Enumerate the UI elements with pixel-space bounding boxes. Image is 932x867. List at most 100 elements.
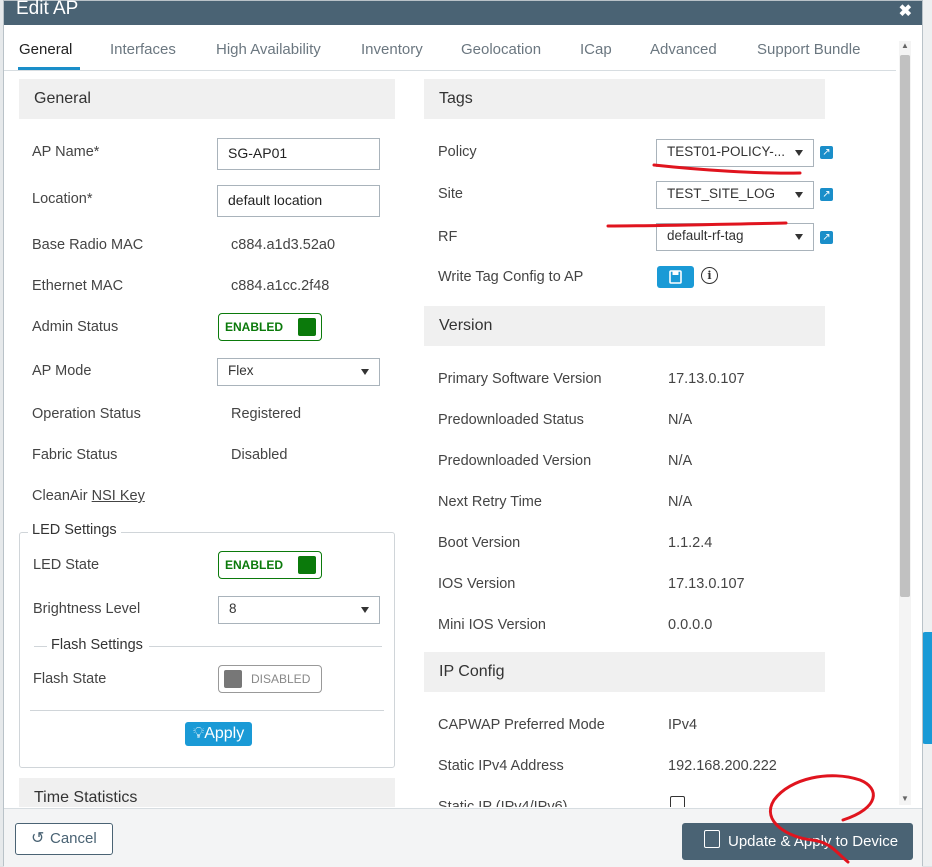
ethernet-mac-value: c884.a1cc.2f48 — [231, 278, 330, 294]
tab-support-bundle[interactable]: Support Bundle — [757, 41, 860, 58]
general-section-title: General — [34, 90, 91, 107]
version-row-value: N/A — [668, 494, 693, 510]
chevron-down-icon — [361, 607, 369, 613]
tab-high-availability[interactable]: High Availability — [216, 41, 321, 58]
brightness-selected: 8 — [229, 601, 237, 616]
version-row-label: Mini IOS Version — [438, 617, 546, 633]
led-state-toggle[interactable]: ENABLED — [218, 551, 322, 579]
operation-status-value: Registered — [231, 406, 302, 422]
version-row-value: N/A — [668, 412, 693, 428]
write-tag-label: Write Tag Config to AP — [438, 269, 584, 285]
close-icon[interactable]: ✖ — [899, 1, 912, 21]
capwap-mode-value: IPv4 — [668, 717, 698, 733]
chevron-down-icon — [795, 192, 803, 198]
static-ip-label: Static IP (IPv4/IPv6) — [438, 799, 568, 807]
tab-inventory[interactable]: Inventory — [361, 41, 423, 58]
time-statistics-header: Time Statistics — [19, 778, 395, 807]
site-tag-select[interactable]: TEST_SITE_LOG — [656, 181, 814, 209]
ap-name-label: AP Name* — [32, 144, 100, 160]
ip-config-section-header: IP Config — [424, 652, 825, 692]
cleanair-label: CleanAir NSI Key — [32, 488, 145, 504]
tab-icap[interactable]: ICap — [580, 41, 612, 58]
version-row-label: Primary Software Version — [438, 371, 602, 387]
toggle-knob — [298, 318, 316, 336]
toggle-knob — [298, 556, 316, 574]
flash-divider-right — [149, 646, 382, 647]
tags-section-header: Tags — [424, 79, 825, 119]
policy-tag-selected: TEST01-POLICY-... — [667, 144, 786, 159]
scroll-down-icon[interactable]: ▼ — [901, 794, 909, 803]
ethernet-mac-label: Ethernet MAC — [32, 278, 124, 294]
fabric-status-value: Disabled — [231, 447, 288, 463]
tab-geolocation[interactable]: Geolocation — [461, 41, 541, 58]
led-divider — [30, 710, 384, 711]
led-apply-button[interactable]: 💡︎Apply — [185, 722, 253, 746]
write-tag-save-button[interactable] — [657, 266, 694, 288]
tab-interfaces[interactable]: Interfaces — [110, 41, 176, 58]
tab-advanced[interactable]: Advanced — [650, 41, 717, 58]
site-label: Site — [438, 186, 463, 202]
tags-section-title: Tags — [439, 90, 473, 107]
undo-icon: ↺ — [31, 830, 45, 847]
chevron-down-icon — [795, 150, 803, 156]
ap-mode-selected: Flex — [228, 363, 254, 378]
ap-mode-label: AP Mode — [32, 363, 92, 379]
tab-bar: General Interfaces High Availability Inv… — [4, 27, 896, 71]
policy-tag-select[interactable]: TEST01-POLICY-... — [656, 139, 814, 167]
flash-state-label: Flash State — [33, 671, 107, 687]
version-row-label: Next Retry Time — [438, 494, 542, 510]
external-link-icon[interactable]: ↗ — [820, 188, 833, 201]
base-radio-mac-label: Base Radio MAC — [32, 237, 144, 253]
chevron-down-icon — [795, 234, 803, 240]
tab-general[interactable]: General — [19, 41, 72, 58]
flash-state-toggle[interactable]: DISABLED — [218, 665, 322, 693]
dialog-titlebar: Edit AP ✖ — [4, 0, 922, 25]
scroll-up-icon[interactable]: ▲ — [901, 41, 909, 50]
info-icon[interactable]: i — [701, 267, 718, 284]
ap-mode-select[interactable]: Flex — [217, 358, 380, 386]
version-row-value: 1.1.2.4 — [668, 535, 713, 551]
rf-tag-selected: default-rf-tag — [667, 228, 744, 243]
dialog-footer: ↺ Cancel Update & Apply to Device — [4, 808, 922, 867]
dialog-content: General AP Name* SG-AP01 Location* defau… — [4, 72, 896, 807]
admin-status-toggle-label: ENABLED — [225, 320, 284, 334]
cancel-label: Cancel — [50, 830, 97, 847]
version-row-label: Boot Version — [438, 535, 521, 551]
nsi-key-link[interactable]: NSI Key — [92, 488, 145, 504]
version-row-value: 17.13.0.107 — [668, 576, 745, 592]
scrollbar-thumb[interactable] — [900, 55, 910, 597]
chevron-down-icon — [361, 369, 369, 375]
save-icon — [704, 830, 720, 848]
version-row-label: Predownloaded Status — [438, 412, 584, 428]
external-link-icon[interactable]: ↗ — [820, 146, 833, 159]
flash-state-toggle-label: DISABLED — [251, 672, 311, 686]
brightness-label: Brightness Level — [33, 601, 141, 617]
version-row-value: N/A — [668, 453, 693, 469]
rf-tag-select[interactable]: default-rf-tag — [656, 223, 814, 251]
external-link-icon[interactable]: ↗ — [820, 231, 833, 244]
ap-name-field[interactable]: SG-AP01 — [217, 138, 380, 170]
led-state-label: LED State — [33, 557, 100, 573]
version-row-value: 0.0.0.0 — [668, 617, 713, 633]
policy-label: Policy — [438, 144, 477, 160]
led-apply-label: Apply — [204, 725, 245, 742]
cancel-button[interactable]: ↺ Cancel — [15, 823, 113, 855]
admin-status-label: Admin Status — [32, 319, 119, 335]
location-label: Location* — [32, 191, 93, 207]
admin-status-toggle[interactable]: ENABLED — [218, 313, 322, 341]
ip-config-section-title: IP Config — [439, 663, 505, 680]
operation-status-label: Operation Status — [32, 406, 141, 422]
update-apply-button[interactable]: Update & Apply to Device — [682, 823, 913, 860]
rf-label: RF — [438, 229, 458, 245]
version-row-value: 17.13.0.107 — [668, 371, 745, 387]
vertical-scrollbar[interactable]: ▲ ▼ — [899, 41, 911, 805]
side-accent-tab[interactable] — [922, 632, 932, 744]
location-field[interactable]: default location — [217, 185, 380, 217]
capwap-mode-label: CAPWAP Preferred Mode — [438, 717, 605, 733]
led-state-toggle-label: ENABLED — [225, 558, 284, 572]
lightbulb-icon: 💡︎ — [193, 725, 205, 742]
brightness-select[interactable]: 8 — [218, 596, 380, 624]
time-statistics-title: Time Statistics — [34, 789, 138, 806]
version-row-label: IOS Version — [438, 576, 516, 592]
static-ip-checkbox[interactable] — [670, 796, 685, 807]
